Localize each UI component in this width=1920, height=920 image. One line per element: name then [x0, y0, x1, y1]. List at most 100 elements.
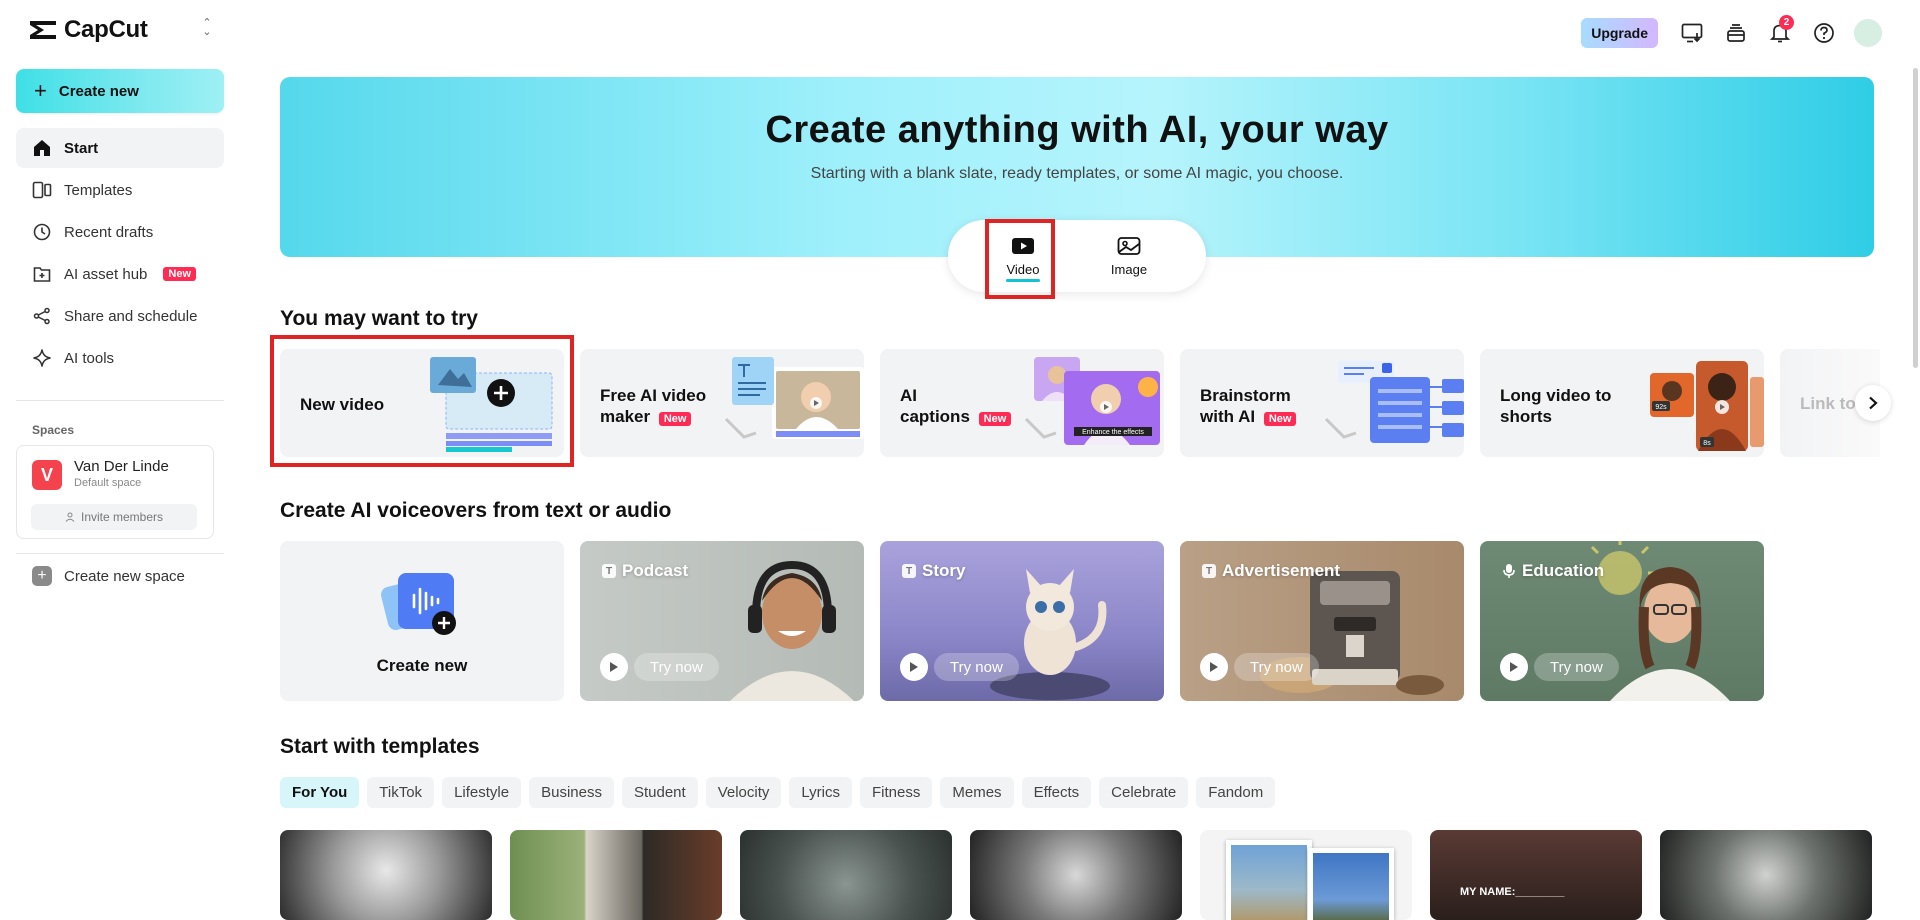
chip-fandom[interactable]: Fandom	[1196, 777, 1276, 808]
new-video-card[interactable]: New video	[280, 349, 564, 457]
help-icon[interactable]	[1810, 19, 1838, 47]
tab-image[interactable]: Image	[1094, 220, 1164, 292]
card-title: Brainstorm with AI New	[1200, 385, 1320, 430]
chip-velocity[interactable]: Velocity	[705, 777, 782, 808]
create-new-space-button[interactable]: + Create new space	[32, 566, 185, 586]
sidebar-item-label: AI asset hub	[64, 265, 148, 283]
voiceover-create-new-card[interactable]: Create new	[280, 541, 564, 701]
play-button[interactable]	[1500, 653, 1528, 681]
template-thumbnail[interactable]	[970, 830, 1182, 920]
inbox-stack-icon[interactable]	[1722, 19, 1750, 47]
chip-memes[interactable]: Memes	[940, 777, 1014, 808]
new-badge: New	[978, 412, 1012, 426]
duration-tag-long: 92s	[1655, 404, 1667, 411]
card-title-line2: with AI	[1200, 407, 1256, 426]
caption-sample-text: Enhance the effects	[1082, 429, 1144, 436]
tab-video[interactable]: Video	[988, 220, 1058, 292]
user-avatar[interactable]	[1854, 19, 1882, 47]
long-video-to-shorts-card[interactable]: Long video to shorts 92s 8s	[1480, 349, 1764, 457]
chip-business[interactable]: Business	[529, 777, 614, 808]
chip-for-you[interactable]: For You	[280, 777, 360, 808]
sidebar-item-label: AI tools	[64, 349, 115, 367]
create-new-button[interactable]: + Create new	[16, 69, 224, 113]
workspace-switcher-icon[interactable]: ⌃ ⌄	[200, 18, 214, 38]
template-caption: MY NAME:________	[1460, 886, 1565, 898]
ai-captions-card[interactable]: AI captions New Enhance the effects	[880, 349, 1164, 457]
hero-subtitle: Starting with a blank slate, ready templ…	[810, 165, 1344, 182]
video-icon	[1012, 237, 1034, 254]
carousel-next-button[interactable]	[1855, 385, 1891, 421]
invite-members-label: Invite members	[80, 510, 164, 524]
voiceover-advertisement-card[interactable]: T Advertisement Try now	[1180, 541, 1464, 701]
voiceover-education-card[interactable]: Education Try now	[1480, 541, 1764, 701]
template-thumbnail[interactable]	[1200, 830, 1412, 920]
play-icon	[610, 662, 618, 672]
top-bar: Upgrade 2	[1581, 15, 1920, 50]
chip-effects[interactable]: Effects	[1021, 777, 1092, 808]
audio-wave-icon	[381, 573, 456, 635]
card-title-line1: Long video to	[1500, 386, 1612, 405]
space-avatar: V	[32, 460, 62, 490]
voiceover-card-label: Education	[1502, 561, 1604, 581]
template-thumbnail[interactable]	[280, 830, 492, 920]
sidebar-divider	[16, 553, 224, 554]
download-desktop-icon[interactable]	[1678, 19, 1706, 47]
space-card[interactable]: V Van Der Linde Default space Invite mem…	[16, 445, 214, 539]
notification-count-badge: 2	[1779, 15, 1794, 30]
chip-fitness[interactable]: Fitness	[860, 777, 933, 808]
chevron-right-icon	[1869, 396, 1878, 410]
voiceover-story-card[interactable]: T Story Try now	[880, 541, 1164, 701]
chip-student[interactable]: Student	[621, 777, 698, 808]
brainstorm-with-ai-card[interactable]: Brainstorm with AI New	[1180, 349, 1464, 457]
capcut-logo[interactable]: CapCut	[28, 16, 148, 44]
hero-title: Create anything with AI, your way	[765, 109, 1389, 151]
voiceover-podcast-card[interactable]: T Podcast Try now	[580, 541, 864, 701]
card-title-line1: Brainstorm	[1200, 386, 1291, 405]
play-button[interactable]	[600, 653, 628, 681]
long-video-illustration: 92s 8s	[1650, 361, 1764, 451]
space-subtitle: Default space	[74, 477, 142, 489]
chip-celebrate[interactable]: Celebrate	[1099, 777, 1189, 808]
photo-image	[1313, 853, 1389, 920]
plus-icon: +	[34, 78, 47, 103]
space-name: Van Der Linde	[74, 458, 169, 475]
sidebar-item-start[interactable]: Start	[16, 128, 224, 168]
media-type-switch: Video Image	[948, 220, 1206, 292]
voiceover-card-label: T Podcast	[602, 561, 688, 581]
voiceover-card-label: T Story	[902, 561, 965, 581]
free-ai-video-maker-card[interactable]: Free AI video maker New	[580, 349, 864, 457]
chip-lyrics[interactable]: Lyrics	[789, 777, 853, 808]
sidebar-divider	[16, 400, 224, 401]
try-section-title: You may want to try	[280, 307, 478, 330]
sidebar-item-share-and-schedule[interactable]: Share and schedule	[16, 296, 224, 336]
template-thumbnail[interactable]	[740, 830, 952, 920]
try-now-button[interactable]: Try now	[634, 653, 719, 681]
try-now-button[interactable]: Try now	[1234, 653, 1319, 681]
sidebar-item-ai-tools[interactable]: AI tools	[16, 338, 224, 378]
card-title: Long video to shorts	[1500, 385, 1630, 427]
try-cards-row: New video Free AI video maker New AI cap…	[280, 349, 1880, 457]
try-now-button[interactable]: Try now	[1534, 653, 1619, 681]
template-thumbnail[interactable]	[510, 830, 722, 920]
invite-members-button[interactable]: Invite members	[31, 504, 197, 530]
sidebar-item-label: Recent drafts	[64, 223, 154, 241]
sidebar-item-recent-drafts[interactable]: Recent drafts	[16, 212, 224, 252]
sidebar-nav: Start Templates Recent drafts AI asset h…	[16, 128, 224, 380]
page-scrollbar[interactable]	[1912, 60, 1920, 908]
template-thumbnail[interactable]: MY NAME:________	[1430, 830, 1642, 920]
try-now-button[interactable]: Try now	[934, 653, 1019, 681]
notification-bell-icon[interactable]: 2	[1766, 15, 1794, 47]
template-thumbnail[interactable]	[1660, 830, 1872, 920]
person-icon	[65, 512, 75, 522]
voiceover-card-title: Podcast	[622, 561, 689, 580]
play-button[interactable]	[900, 653, 928, 681]
play-button[interactable]	[1200, 653, 1228, 681]
share-icon	[32, 306, 52, 326]
sidebar-item-templates[interactable]: Templates	[16, 170, 224, 210]
chip-lifestyle[interactable]: Lifestyle	[442, 777, 522, 808]
chip-tiktok[interactable]: TikTok	[367, 777, 435, 808]
scrollbar-thumb[interactable]	[1913, 68, 1918, 368]
sidebar-item-label: Share and schedule	[64, 307, 198, 325]
upgrade-button[interactable]: Upgrade	[1581, 18, 1658, 48]
sidebar-item-ai-asset-hub[interactable]: AI asset hub New	[16, 254, 224, 294]
